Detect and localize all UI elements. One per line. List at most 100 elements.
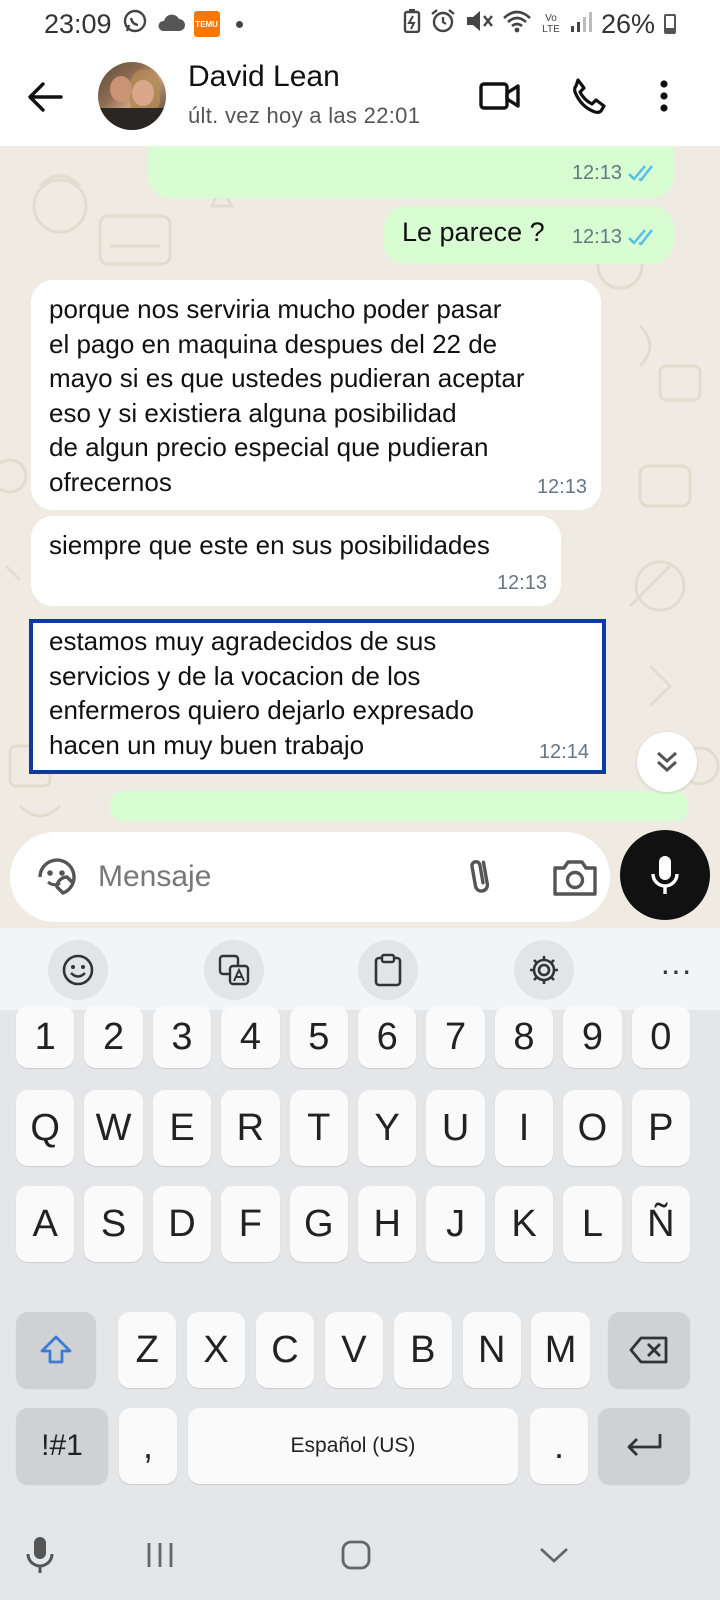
temu-icon: TEMU xyxy=(193,11,220,37)
key-k[interactable]: K xyxy=(494,1186,554,1262)
message-bubble-outgoing[interactable] xyxy=(110,791,688,821)
recent-apps-button[interactable] xyxy=(140,1532,180,1578)
home-button[interactable] xyxy=(336,1532,376,1578)
emoji-icon xyxy=(62,954,94,986)
key-y[interactable]: Y xyxy=(358,1090,417,1166)
status-bar: 23:09 TEMU Vo LTE 26% xyxy=(0,0,720,48)
keyboard-toolbar: ··· xyxy=(0,928,720,1010)
recent-apps-icon xyxy=(147,1543,173,1567)
attach-button[interactable] xyxy=(458,854,504,900)
key-j[interactable]: J xyxy=(426,1186,485,1262)
key-1[interactable]: 1 xyxy=(16,1006,75,1068)
keyboard-voice-button[interactable] xyxy=(20,1532,60,1578)
more-options-button[interactable] xyxy=(640,70,688,122)
navigation-bar xyxy=(0,1510,720,1600)
key-r[interactable]: R xyxy=(221,1090,280,1166)
message-line: siempre que este en sus posibilidades xyxy=(49,530,490,560)
key-9[interactable]: 9 xyxy=(563,1006,622,1068)
key-v[interactable]: V xyxy=(324,1312,384,1388)
key-o[interactable]: O xyxy=(563,1090,622,1166)
keyboard-emoji-button[interactable] xyxy=(48,940,108,1000)
key-l[interactable]: L xyxy=(563,1186,622,1262)
key-0[interactable]: 0 xyxy=(631,1006,690,1068)
message-composer xyxy=(10,832,610,922)
key-m[interactable]: M xyxy=(531,1312,590,1388)
key-2[interactable]: 2 xyxy=(84,1006,143,1068)
hide-keyboard-icon xyxy=(540,1547,568,1563)
key-5[interactable]: 5 xyxy=(289,1006,348,1068)
voice-message-button[interactable] xyxy=(620,830,710,920)
backspace-key[interactable] xyxy=(608,1312,690,1388)
message-line: de algun precio especial que pudieran xyxy=(49,432,489,462)
message-bubble-incoming[interactable]: siempre que este en sus posibilidades 12… xyxy=(31,516,561,606)
shift-key[interactable] xyxy=(16,1312,96,1388)
key-u[interactable]: U xyxy=(426,1090,485,1166)
read-ticks-icon xyxy=(628,228,653,246)
message-time: 12:13 xyxy=(496,571,547,594)
key-x[interactable]: X xyxy=(186,1312,246,1388)
keyboard-more-button[interactable]: ··· xyxy=(656,942,696,998)
key-q[interactable]: Q xyxy=(16,1090,75,1166)
message-line: ofrecernos xyxy=(49,466,172,497)
key-w[interactable]: W xyxy=(84,1090,143,1166)
key-b[interactable]: B xyxy=(393,1312,452,1388)
message-time: 12:13 xyxy=(571,161,622,184)
message-bubble-incoming[interactable]: porque nos serviria mucho poder pasar el… xyxy=(31,280,601,510)
key-p[interactable]: P xyxy=(631,1090,690,1166)
space-key[interactable]: Español (US) xyxy=(188,1408,518,1484)
message-bubble-outgoing[interactable]: 12:13 xyxy=(148,146,674,198)
message-time: 12:13 xyxy=(571,225,622,248)
period-key[interactable]: . xyxy=(530,1408,588,1484)
contact-name[interactable]: David Lean xyxy=(188,60,340,94)
mute-icon xyxy=(465,9,493,40)
chat-area[interactable]: 12:13 Le parece ? 12:13 porque nos servi… xyxy=(0,146,720,928)
message-input[interactable] xyxy=(98,852,428,902)
video-call-button[interactable] xyxy=(474,70,526,122)
keyboard-settings-button[interactable] xyxy=(514,940,574,1000)
key-s[interactable]: S xyxy=(84,1186,143,1262)
camera-icon xyxy=(553,860,597,896)
home-icon xyxy=(341,1540,371,1570)
message-time: 12:13 xyxy=(536,475,587,498)
chat-header: David Lean últ. vez hoy a las 22:01 xyxy=(0,48,720,146)
key-a[interactable]: A xyxy=(16,1186,75,1262)
battery-saver-icon xyxy=(403,8,421,40)
alarm-icon xyxy=(430,8,456,41)
camera-button[interactable] xyxy=(550,854,600,900)
back-arrow-icon xyxy=(28,82,63,112)
settings-icon xyxy=(530,956,558,984)
key-f[interactable]: F xyxy=(221,1186,280,1262)
key-h[interactable]: H xyxy=(358,1186,417,1262)
message-text: Le parece ? xyxy=(402,217,545,247)
shift-icon xyxy=(40,1335,72,1364)
comma-key[interactable]: , xyxy=(119,1408,177,1484)
key-8[interactable]: 8 xyxy=(494,1006,554,1068)
key-6[interactable]: 6 xyxy=(358,1006,417,1068)
message-bubble-outgoing[interactable]: Le parece ? 12:13 xyxy=(384,206,674,264)
key-i[interactable]: I xyxy=(494,1090,554,1166)
key-e[interactable]: E xyxy=(152,1090,212,1166)
key-g[interactable]: G xyxy=(289,1186,348,1262)
key-c[interactable]: C xyxy=(255,1312,315,1388)
key-7[interactable]: 7 xyxy=(426,1006,485,1068)
enter-icon xyxy=(627,1434,662,1456)
keyboard-clipboard-button[interactable] xyxy=(358,940,418,1000)
key-z[interactable]: Z xyxy=(118,1312,177,1388)
battery-text: 26% xyxy=(600,8,655,39)
hide-keyboard-button[interactable] xyxy=(534,1532,574,1578)
key-t[interactable]: T xyxy=(289,1090,348,1166)
avatar[interactable] xyxy=(98,62,166,130)
key-4[interactable]: 4 xyxy=(221,1006,280,1068)
enter-key[interactable] xyxy=(598,1408,690,1484)
sticker-button[interactable] xyxy=(34,854,80,900)
key-n[interactable]: N xyxy=(462,1312,521,1388)
keyboard-translate-button[interactable] xyxy=(204,940,264,1000)
symbols-key[interactable]: !#1 xyxy=(16,1408,108,1484)
back-button[interactable] xyxy=(24,76,66,118)
scroll-to-bottom-button[interactable] xyxy=(637,732,697,792)
key-3[interactable]: 3 xyxy=(152,1006,212,1068)
key-d[interactable]: D xyxy=(152,1186,212,1262)
keyboard-mic-icon xyxy=(26,1537,54,1573)
voice-call-button[interactable] xyxy=(562,70,614,122)
key-ñ[interactable]: Ñ xyxy=(631,1186,690,1262)
